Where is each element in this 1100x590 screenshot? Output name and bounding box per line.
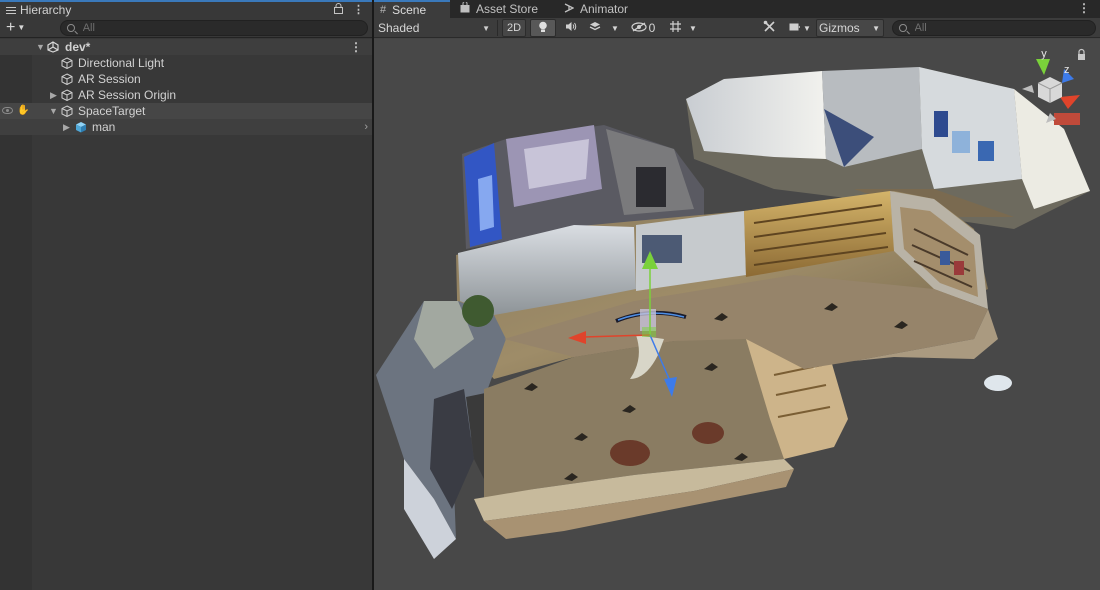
separator (497, 20, 498, 36)
chevron-down-icon: ▼ (611, 23, 619, 33)
grid-snap-icon (669, 20, 682, 36)
hierarchy-item-directional-light[interactable]: Directional Light (0, 55, 372, 71)
expand-arrow-icon[interactable]: ▶ (63, 122, 70, 133)
scene-name: dev* (65, 40, 91, 54)
hierarchy-panel: Hierarchy ⋮ +▼ ▼ dev* ⋮ (0, 0, 372, 590)
expand-arrow-icon[interactable]: ▶ (50, 90, 57, 101)
axis-z-label: z (1064, 64, 1070, 76)
gizmos-button[interactable]: Gizmos ▼ (816, 19, 884, 37)
tab-asset-store-label: Asset Store (476, 2, 539, 16)
scene-viewport[interactable]: y z (374, 39, 1100, 590)
effects-dropdown[interactable]: ▼ (608, 19, 622, 37)
tab-scene[interactable]: # Scene (374, 0, 450, 18)
axis-y-label: y (1041, 48, 1047, 60)
gameobject-cube-icon (61, 105, 73, 118)
chevron-right-icon[interactable]: › (364, 121, 368, 133)
scene-tabbar: # Scene Asset Store Animator ⋮ (374, 0, 1100, 18)
bag-icon (460, 1, 470, 16)
search-icon (899, 24, 907, 32)
visibility-eye-icon[interactable] (2, 107, 13, 114)
unity-scene-icon (47, 41, 59, 53)
tab-scene-label: Scene (392, 3, 427, 17)
hierarchy-item-ar-session-origin[interactable]: ▶ AR Session Origin (0, 87, 372, 103)
view-lock-icon[interactable] (1078, 48, 1085, 61)
hierarchy-search-input[interactable] (82, 21, 367, 34)
eye-hidden-icon (631, 21, 647, 35)
scene-panel: # Scene Asset Store Animator ⋮ Shaded ▼ … (374, 0, 1100, 590)
audio-toggle[interactable] (560, 19, 582, 37)
grid-toggle[interactable] (664, 19, 686, 37)
prefab-cube-icon (75, 121, 87, 133)
hidden-count: 0 (648, 21, 656, 35)
mode-2d-toggle[interactable]: 2D (502, 19, 526, 37)
tab-hierarchy-label: Hierarchy (20, 3, 72, 17)
tab-animator-label: Animator (580, 2, 629, 16)
lock-icon[interactable] (334, 3, 343, 17)
hierarchy-search[interactable] (60, 19, 368, 36)
hierarchy-item-ar-session[interactable]: AR Session (0, 71, 372, 87)
mode-2d-label: 2D (506, 22, 522, 34)
hierarchy-item-label: man (92, 120, 116, 134)
tab-asset-store[interactable]: Asset Store (454, 0, 554, 18)
tab-hierarchy[interactable]: Hierarchy ⋮ (0, 0, 372, 18)
grid-dropdown[interactable]: ▼ (686, 19, 700, 37)
hierarchy-item-label: SpaceTarget (78, 104, 146, 118)
hierarchy-item-spacetarget[interactable]: ✋ ▼ SpaceTarget (0, 103, 372, 119)
scanned-room-mesh: y z (376, 48, 1090, 559)
collapse-arrow-icon[interactable]: ▼ (36, 42, 45, 52)
chevron-down-icon: ▼ (872, 23, 880, 33)
chevron-down-icon: ▼ (482, 23, 490, 33)
kebab-menu-icon[interactable]: ⋮ (1078, 1, 1090, 15)
gameobject-cube-icon (61, 89, 73, 102)
animator-icon (564, 2, 575, 16)
draw-mode-dropdown[interactable]: Shaded ▼ (376, 19, 494, 37)
scene-row[interactable]: ▼ dev* ⋮ (0, 39, 372, 55)
scene-search[interactable] (892, 20, 1096, 36)
chevron-down-icon: ▼ (17, 22, 26, 32)
collapse-arrow-icon[interactable]: ▼ (49, 106, 58, 116)
hierarchy-item-label: Directional Light (78, 56, 165, 70)
chevron-down-icon: ▼ (689, 23, 697, 33)
hierarchy-item-man[interactable]: ▶ man › (0, 119, 372, 135)
kebab-menu-icon[interactable]: ⋮ (353, 3, 364, 17)
tab-animator[interactable]: Animator (558, 0, 648, 18)
camera-dropdown[interactable]: ▼ (800, 19, 814, 37)
hierarchy-item-label: AR Session Origin (78, 88, 177, 102)
list-icon (6, 6, 16, 14)
hierarchy-tree: ▼ dev* ⋮ Directional Light AR Session ▶ (0, 39, 372, 135)
hierarchy-toolbar: + ▼ (0, 18, 372, 38)
lightbulb-icon (538, 21, 548, 36)
scene-toolbar: Shaded ▼ 2D ▼ 0 ▼ ▼ Gizmos ▼ All (374, 18, 1100, 38)
search-icon (67, 23, 75, 32)
gizmos-label: Gizmos (819, 21, 860, 35)
lighting-toggle[interactable] (530, 19, 556, 37)
scene-search-input[interactable] (914, 22, 1095, 34)
tools-toggle[interactable] (758, 19, 780, 37)
hidden-objects-toggle[interactable]: 0 (626, 19, 660, 37)
effects-toggle[interactable] (584, 19, 606, 37)
chevron-down-icon: ▼ (803, 23, 811, 33)
pickable-hand-icon[interactable]: ✋ (17, 105, 29, 116)
hierarchy-item-label: AR Session (78, 72, 141, 86)
grid-icon: # (380, 4, 387, 16)
draw-mode-label: Shaded (378, 21, 420, 35)
speaker-icon (565, 21, 577, 35)
scene-menu-icon[interactable]: ⋮ (350, 40, 362, 54)
tools-wrench-icon (763, 20, 776, 36)
gameobject-cube-icon (61, 57, 73, 70)
effects-layers-icon (589, 21, 601, 35)
gameobject-cube-icon (61, 73, 73, 86)
plus-icon: + (6, 18, 16, 36)
create-button[interactable]: + ▼ (6, 18, 26, 36)
